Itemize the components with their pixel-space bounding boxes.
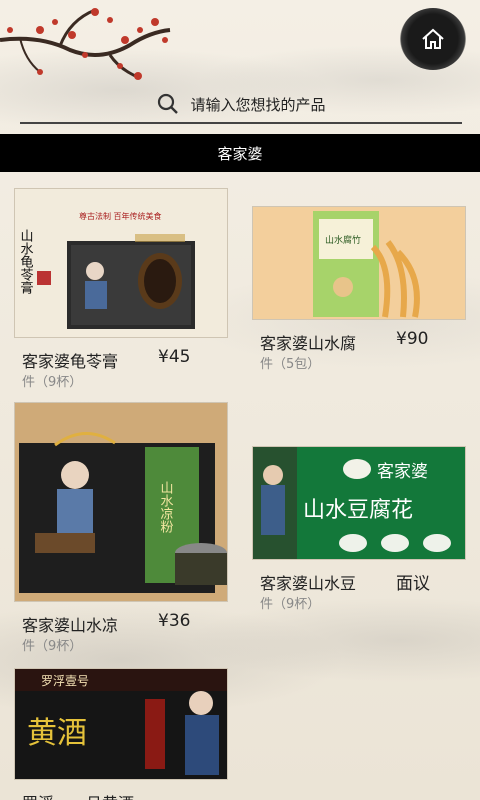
home-button[interactable] [400,8,466,70]
product-image[interactable]: 客家婆 山水豆腐花 [252,446,466,560]
search-input[interactable]: 请输入您想找的产品 [190,94,325,115]
product-image[interactable]: 山水凉粉 [14,402,228,602]
grass-jelly-box-image: 山水凉粉 [15,403,227,601]
product-unit: 件（9杯） [22,375,83,390]
product-name[interactable]: 客家婆龟苓膏 [22,348,118,372]
product-card[interactable]: 山水凉粉 客家婆山水凉 ¥36 件（9杯） [14,402,234,654]
home-icon [422,28,444,49]
tofu-pudding-banner-image: 客家婆 山水豆腐花 [253,447,465,559]
svg-text:山水凉粉: 山水凉粉 [158,481,174,533]
product-card[interactable]: 客家婆 山水豆腐花 客家婆山水豆 面议 件（9杯） [252,446,470,616]
category-title-bar: 客家婆 [0,134,480,172]
product-name[interactable]: 罗浮……吕黄酒 [22,790,134,800]
product-image[interactable]: 罗浮壹号 黄酒 [14,668,228,780]
plum-blossom-decoration [0,8,171,80]
product-image[interactable]: 山水龟苓膏 尊古法制 百年传统美食 [14,188,228,338]
product-price: ¥36 [158,611,191,631]
yellow-wine-banner-image: 罗浮壹号 黄酒 [15,669,227,779]
product-price: 面议 [396,574,430,594]
product-name[interactable]: 客家婆山水腐 [260,330,356,354]
category-title: 客家婆 [217,144,263,163]
svg-text:尊古法制 百年传统美食: 尊古法制 百年传统美食 [79,211,162,221]
svg-text:黄酒: 黄酒 [27,716,87,751]
product-price: ¥90 [396,329,429,349]
product-unit: 件（9杯） [22,639,83,654]
svg-text:罗浮壹号: 罗浮壹号 [41,674,89,688]
product-unit: 件（9杯） [260,597,321,612]
svg-text:山水龟苓膏: 山水龟苓膏 [18,229,34,294]
svg-text:山水豆腐花: 山水豆腐花 [303,498,413,523]
product-card[interactable]: 山水龟苓膏 尊古法制 百年传统美食 客家婆龟苓膏 ¥45 件（9杯） [14,188,234,390]
svg-text:山水腐竹: 山水腐竹 [325,234,361,246]
product-price: ¥45 [158,347,191,367]
header: 请输入您想找的产品 [0,0,480,134]
tortoise-jelly-box-image: 山水龟苓膏 尊古法制 百年传统美食 [15,189,227,337]
bean-curd-stick-image: 山水腐竹 [253,207,465,319]
product-card[interactable]: 罗浮壹号 黄酒 罗浮……吕黄酒 [14,668,234,800]
product-name[interactable]: 客家婆山水豆 [260,570,356,594]
search-bar[interactable]: 请输入您想找的产品 [20,86,462,124]
product-name[interactable]: 客家婆山水凉 [22,612,118,636]
product-card[interactable]: 山水腐竹 客家婆山水腐 ¥90 件（5包） [252,206,470,386]
product-image[interactable]: 山水腐竹 [252,206,466,320]
svg-text:客家婆: 客家婆 [377,462,428,482]
product-unit: 件（5包） [260,357,321,372]
search-icon [158,93,179,114]
